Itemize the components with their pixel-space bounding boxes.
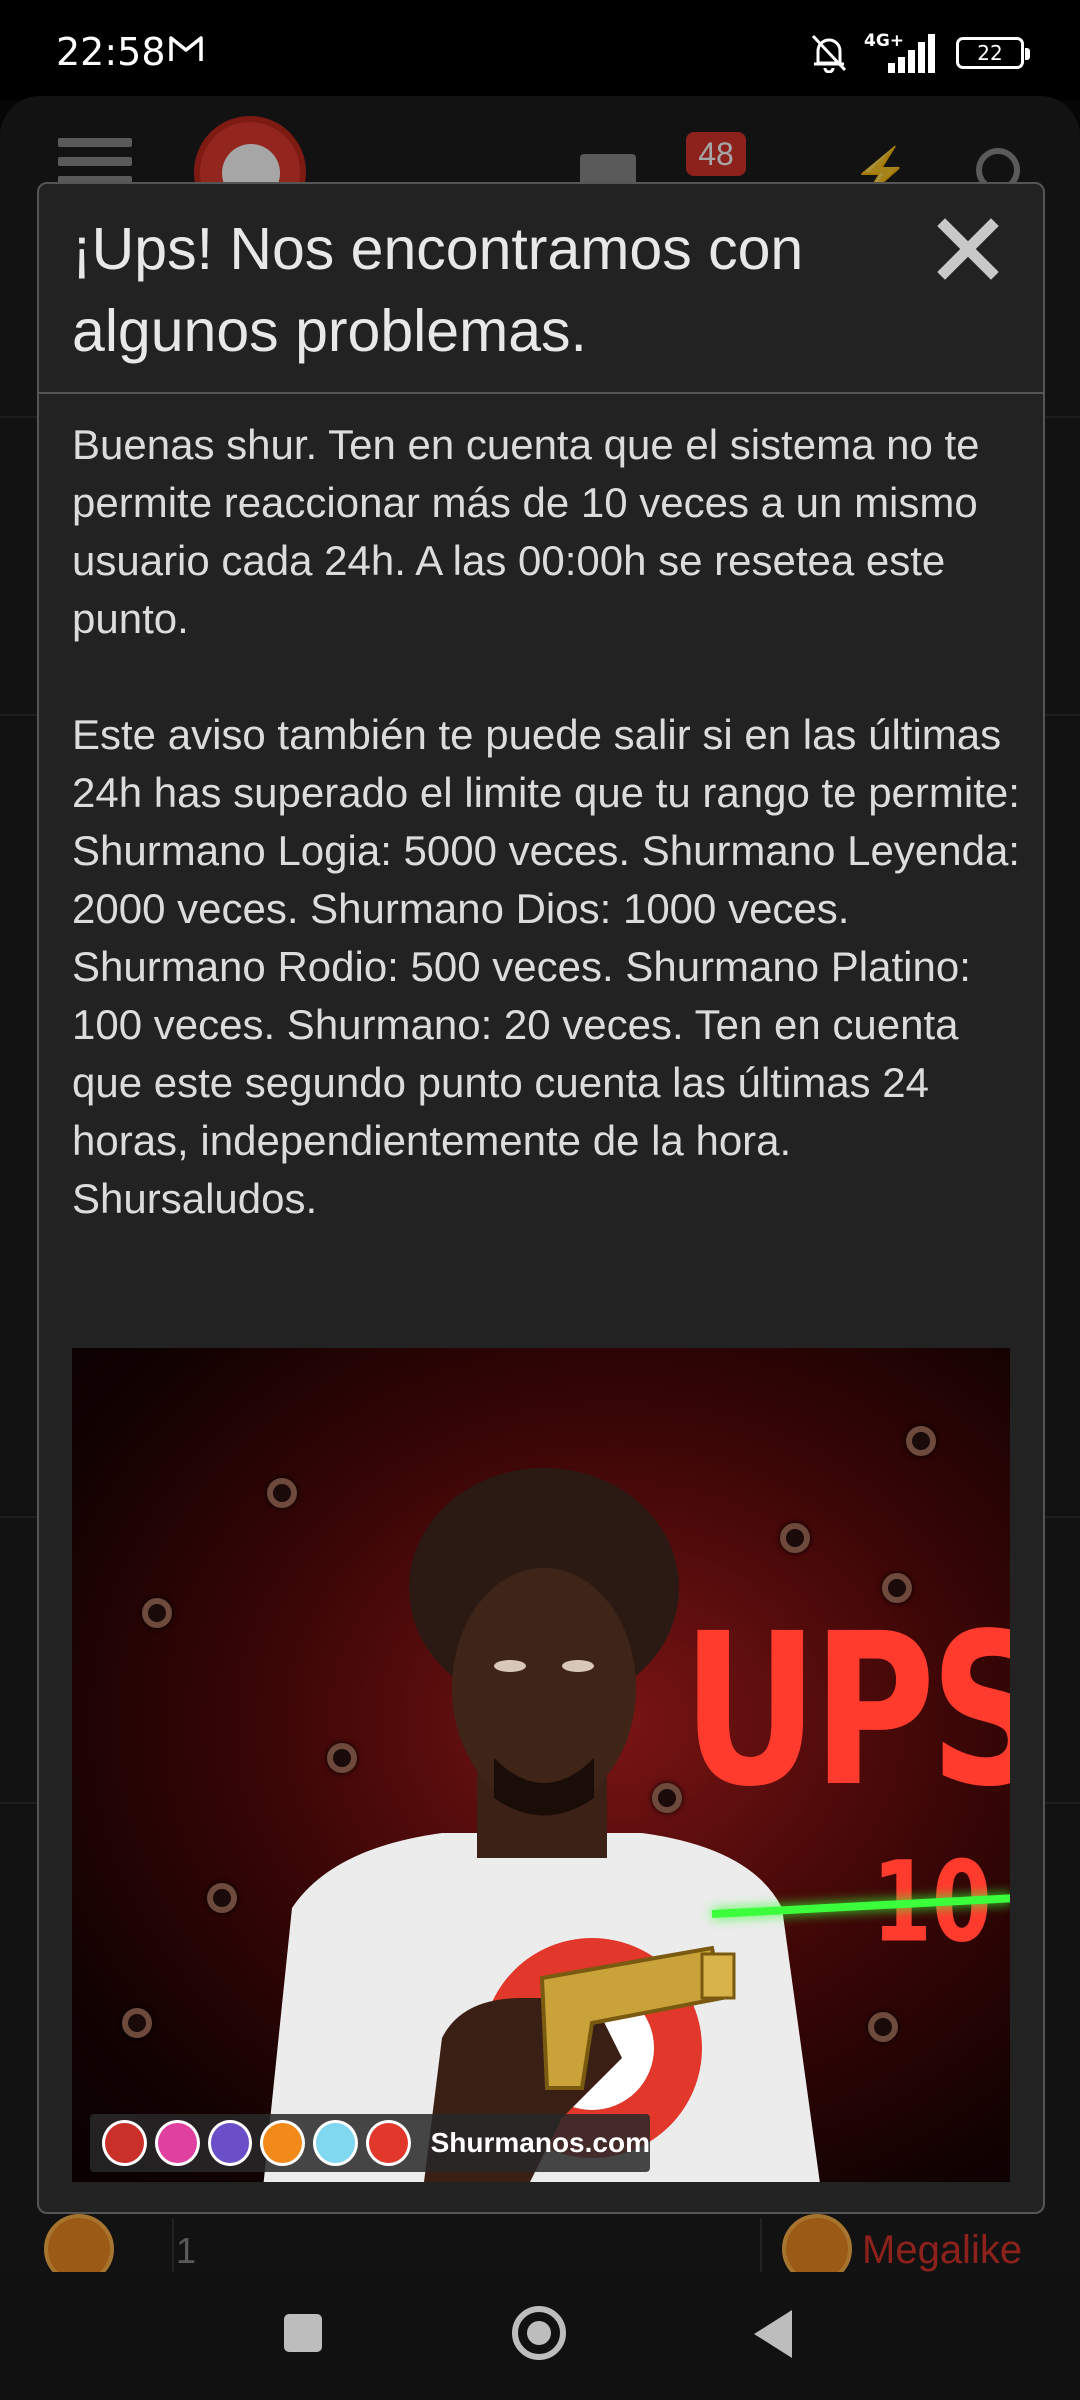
bullet-hole [868, 2012, 898, 2042]
gmail-icon [169, 36, 203, 61]
badge-icon [365, 2120, 411, 2166]
status-time: 22:58 [56, 30, 166, 74]
dialog-body: Buenas shur. Ten en cuenta que el sistem… [72, 416, 1022, 1286]
brand-bar: Shurmanos.com [90, 2114, 650, 2172]
ups-headline: UPS [682, 1588, 1010, 1833]
badge-icon [102, 2120, 147, 2166]
error-dialog: ¡Ups! Nos encontramos con algunos proble… [37, 182, 1045, 2214]
back-button[interactable] [754, 2310, 792, 2358]
badge-icon [207, 2120, 253, 2166]
dialog-header: ¡Ups! Nos encontramos con algunos proble… [39, 184, 1043, 394]
badge-icon [154, 2120, 200, 2166]
dialog-paragraph: Buenas shur. Ten en cuenta que el sistem… [72, 421, 980, 642]
brand-text: Shurmanos.com [430, 2127, 650, 2158]
close-icon[interactable] [933, 214, 1003, 284]
ups-image: UPS 10 Shurmanos.com [72, 1348, 1010, 2182]
recents-button[interactable] [284, 2314, 322, 2352]
signal-icon: 4G+ [864, 31, 940, 75]
badge-icon [313, 2120, 358, 2166]
bell-muted-icon [811, 34, 847, 73]
bullet-hole [906, 1426, 936, 1456]
status-bar: 22:58 4G+ 22 [0, 0, 1080, 100]
home-button[interactable] [512, 2306, 566, 2360]
bullet-hole [207, 1883, 237, 1913]
badge-icon [260, 2120, 306, 2166]
bullet-hole [122, 2008, 152, 2038]
dialog-title: ¡Ups! Nos encontramos con algunos proble… [72, 216, 804, 364]
battery-icon: 22 [956, 37, 1030, 69]
dialog-paragraph: Este aviso también te puede salir si en … [72, 711, 1020, 1222]
bullet-hole [142, 1598, 172, 1628]
system-nav-bar [0, 2272, 1080, 2400]
battery-level: 22 [977, 41, 1003, 65]
